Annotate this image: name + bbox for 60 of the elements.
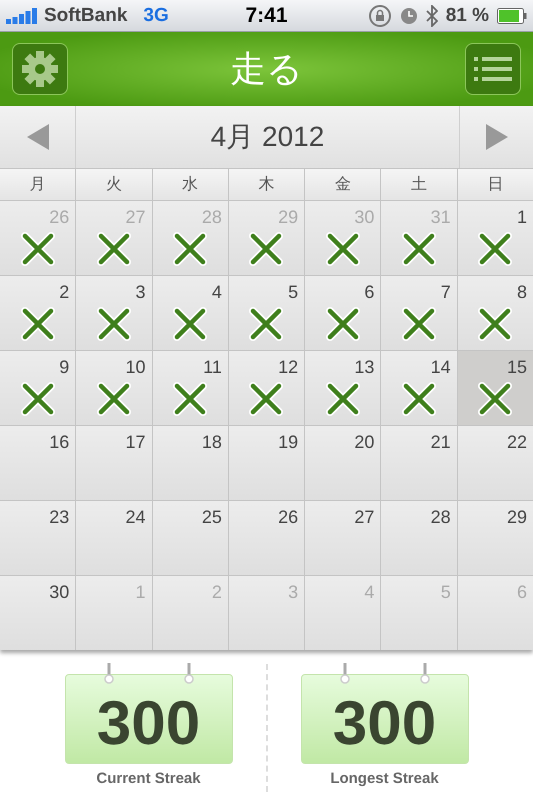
- day-cell[interactable]: 28: [381, 501, 457, 575]
- weekday-label: 水: [152, 169, 228, 200]
- weekday-label: 金: [305, 169, 380, 200]
- bluetooth-icon: [426, 4, 438, 26]
- menu-icon: [474, 55, 512, 83]
- day-cell[interactable]: 5: [228, 276, 304, 350]
- day-cell[interactable]: 6: [305, 276, 380, 350]
- day-cell[interactable]: 7: [381, 276, 457, 350]
- binder-ring-icon: [420, 663, 430, 685]
- settings-button[interactable]: [12, 43, 68, 95]
- day-cell[interactable]: 26: [228, 501, 304, 575]
- day-cell[interactable]: 12: [228, 351, 304, 425]
- weekday-label: 日: [458, 169, 533, 200]
- day-cell[interactable]: 18: [152, 426, 228, 500]
- day-cell[interactable]: 25: [152, 501, 228, 575]
- streak-label: Current Streak: [96, 770, 201, 787]
- right-arrow-icon: [486, 124, 508, 150]
- day-cell[interactable]: 1: [458, 201, 533, 275]
- network-type: 3G: [143, 4, 169, 26]
- day-cell[interactable]: 20: [305, 426, 380, 500]
- day-cell[interactable]: 10: [76, 351, 152, 425]
- rotation-lock-icon: [368, 4, 392, 28]
- streak-label: Longest Streak: [330, 770, 439, 787]
- day-cell[interactable]: 29: [458, 501, 533, 575]
- month-title: 4月 2012: [210, 120, 326, 154]
- day-cell[interactable]: 8: [458, 276, 533, 350]
- left-arrow-icon: [26, 124, 48, 150]
- day-cell[interactable]: 22: [458, 426, 533, 500]
- day-cell[interactable]: 24: [76, 501, 152, 575]
- day-cell[interactable]: 3: [76, 276, 152, 350]
- day-cell[interactable]: 30: [0, 576, 76, 650]
- weekday-label: 火: [76, 169, 152, 200]
- day-cell[interactable]: 2: [0, 276, 76, 350]
- binder-ring-icon: [340, 663, 350, 685]
- day-cell[interactable]: 27: [305, 501, 380, 575]
- day-cell[interactable]: 19: [228, 426, 304, 500]
- day-cell[interactable]: 15: [458, 351, 533, 425]
- day-cell[interactable]: 23: [0, 501, 76, 575]
- battery-icon: [497, 8, 527, 24]
- day-cell[interactable]: 21: [381, 426, 457, 500]
- day-cell[interactable]: 13: [305, 351, 380, 425]
- clock-time: 7:41: [245, 4, 288, 28]
- list-button[interactable]: [465, 43, 521, 95]
- alarm-clock-icon: [400, 6, 418, 24]
- battery-percent: 81 %: [446, 4, 489, 26]
- day-cell[interactable]: 14: [381, 351, 457, 425]
- binder-ring-icon: [104, 663, 114, 685]
- app-title: 走る: [230, 48, 303, 92]
- binder-ring-icon: [184, 663, 194, 685]
- day-cell[interactable]: 4: [152, 276, 228, 350]
- weekday-label: 木: [228, 169, 304, 200]
- weekday-label: 月: [0, 169, 76, 200]
- day-cell[interactable]: 11: [152, 351, 228, 425]
- day-cell[interactable]: 9: [0, 351, 76, 425]
- carrier-name: SoftBank: [44, 4, 128, 26]
- day-cell[interactable]: 16: [0, 426, 76, 500]
- signal-icon: [6, 8, 38, 24]
- day-cell[interactable]: 17: [76, 426, 152, 500]
- weekday-label: 土: [381, 169, 457, 200]
- settings-icon: [21, 50, 59, 88]
